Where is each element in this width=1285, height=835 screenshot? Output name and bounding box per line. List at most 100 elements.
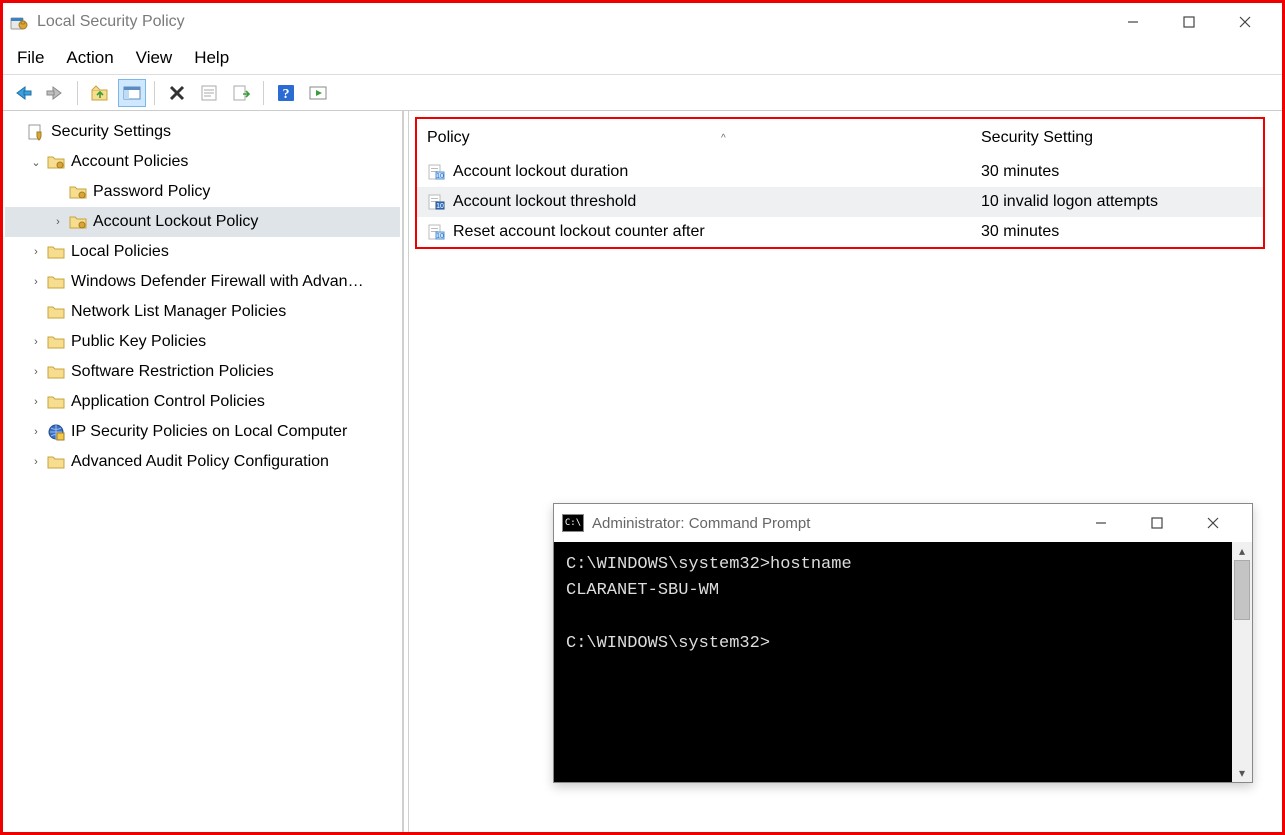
policy-name: Account lockout threshold bbox=[453, 193, 636, 211]
tree-item-application-control[interactable]: › Application Control Policies bbox=[5, 387, 400, 417]
cmd-scrollbar[interactable]: ▴ ▾ bbox=[1232, 542, 1252, 782]
folder-icon bbox=[67, 184, 89, 200]
column-header-security-setting[interactable]: Security Setting bbox=[981, 129, 1093, 146]
policy-value: 30 minutes bbox=[981, 223, 1059, 240]
delete-button[interactable] bbox=[163, 79, 191, 107]
svg-text:?: ? bbox=[283, 87, 290, 102]
tree-item-ip-security[interactable]: › IP Security Policies on Local Computer bbox=[5, 417, 400, 447]
export-list-button[interactable] bbox=[227, 79, 255, 107]
policy-row[interactable]: 10 Reset account lockout counter after 3… bbox=[417, 217, 1263, 247]
help-button[interactable]: ? bbox=[272, 79, 300, 107]
cmd-titlebar[interactable]: C:\ Administrator: Command Prompt bbox=[554, 504, 1252, 542]
sort-asc-icon: ^ bbox=[721, 133, 726, 144]
chevron-right-icon[interactable]: › bbox=[49, 216, 67, 228]
policy-icon: 10 bbox=[425, 193, 447, 211]
svg-text:10: 10 bbox=[436, 173, 444, 180]
maximize-button[interactable] bbox=[1176, 9, 1202, 35]
scroll-down-icon[interactable]: ▾ bbox=[1239, 766, 1245, 780]
chevron-right-icon[interactable]: › bbox=[27, 396, 45, 408]
minimize-button[interactable] bbox=[1120, 9, 1146, 35]
policy-name: Account lockout duration bbox=[453, 163, 628, 181]
chevron-right-icon[interactable]: › bbox=[27, 366, 45, 378]
show-hide-tree-button[interactable] bbox=[118, 79, 146, 107]
folder-icon bbox=[67, 214, 89, 230]
policy-icon: 10 bbox=[425, 163, 447, 181]
app-icon bbox=[9, 12, 29, 32]
tree-label: Local Policies bbox=[71, 243, 169, 261]
policy-value: 30 minutes bbox=[981, 163, 1059, 180]
tree-label: Software Restriction Policies bbox=[71, 363, 274, 381]
policy-icon: 10 bbox=[425, 223, 447, 241]
policy-list: 10 Account lockout duration 30 minutes 1… bbox=[417, 157, 1263, 247]
svg-text:10: 10 bbox=[436, 203, 444, 210]
chevron-right-icon[interactable]: › bbox=[27, 456, 45, 468]
tree-label: IP Security Policies on Local Computer bbox=[71, 423, 347, 441]
tree-label: Advanced Audit Policy Configuration bbox=[71, 453, 329, 471]
up-one-level-button[interactable] bbox=[86, 79, 114, 107]
policy-row[interactable]: 10 Account lockout duration 30 minutes bbox=[417, 157, 1263, 187]
action-button[interactable] bbox=[304, 79, 332, 107]
chevron-right-icon[interactable]: › bbox=[27, 276, 45, 288]
tree-item-windows-defender-firewall[interactable]: › Windows Defender Firewall with Advan… bbox=[5, 267, 400, 297]
cmd-console-output[interactable]: C:\WINDOWS\system32>hostname CLARANET-SB… bbox=[554, 542, 1252, 782]
chevron-down-icon[interactable]: ⌄ bbox=[27, 156, 45, 169]
folder-icon bbox=[45, 334, 67, 350]
menu-view[interactable]: View bbox=[136, 48, 173, 68]
tree-item-account-policies[interactable]: ⌄ Account Policies bbox=[5, 147, 400, 177]
folder-icon bbox=[45, 394, 67, 410]
cmd-close-button[interactable] bbox=[1200, 510, 1226, 536]
folder-icon bbox=[45, 154, 67, 170]
tree-label: Windows Defender Firewall with Advan… bbox=[71, 273, 364, 291]
policy-row[interactable]: 10 Account lockout threshold 10 invalid … bbox=[417, 187, 1263, 217]
window-controls bbox=[1120, 9, 1276, 35]
tree-root-security-settings[interactable]: ▶ Security Settings bbox=[5, 117, 400, 147]
tree-item-account-lockout-policy[interactable]: › Account Lockout Policy bbox=[5, 207, 400, 237]
chevron-right-icon[interactable]: › bbox=[27, 246, 45, 258]
menu-action[interactable]: Action bbox=[66, 48, 113, 68]
tree-label: Application Control Policies bbox=[71, 393, 265, 411]
cmd-minimize-button[interactable] bbox=[1088, 510, 1114, 536]
policy-list-highlight: Policy ^ Security Setting 10 Account loc… bbox=[415, 117, 1265, 249]
shield-doc-icon bbox=[25, 123, 47, 141]
column-headers: Policy ^ Security Setting bbox=[417, 119, 1263, 157]
window-title: Local Security Policy bbox=[37, 13, 1120, 31]
scroll-thumb[interactable] bbox=[1234, 560, 1250, 620]
command-prompt-window[interactable]: C:\ Administrator: Command Prompt C:\WIN… bbox=[553, 503, 1253, 783]
close-button[interactable] bbox=[1232, 9, 1258, 35]
folder-icon bbox=[45, 454, 67, 470]
chevron-right-icon[interactable]: › bbox=[27, 426, 45, 438]
svg-text:10: 10 bbox=[436, 233, 444, 240]
cmd-icon: C:\ bbox=[562, 514, 584, 532]
folder-icon bbox=[45, 304, 67, 320]
toolbar-separator bbox=[263, 81, 264, 105]
menu-file[interactable]: File bbox=[17, 48, 44, 68]
properties-button[interactable] bbox=[195, 79, 223, 107]
column-header-policy[interactable]: Policy bbox=[427, 129, 470, 147]
globe-icon bbox=[45, 423, 67, 441]
tree-item-software-restriction[interactable]: › Software Restriction Policies bbox=[5, 357, 400, 387]
tree-item-public-key-policies[interactable]: › Public Key Policies bbox=[5, 327, 400, 357]
cmd-window-controls bbox=[1088, 510, 1244, 536]
cmd-window-title: Administrator: Command Prompt bbox=[592, 515, 1088, 532]
menubar: File Action View Help bbox=[3, 41, 1282, 75]
chevron-right-icon[interactable]: › bbox=[27, 336, 45, 348]
tree-label: Network List Manager Policies bbox=[71, 303, 286, 321]
tree-label: Security Settings bbox=[51, 123, 171, 141]
tree-label: Account Policies bbox=[71, 153, 188, 171]
tree-item-password-policy[interactable]: ▶ Password Policy bbox=[5, 177, 400, 207]
menu-help[interactable]: Help bbox=[194, 48, 229, 68]
tree-item-local-policies[interactable]: › Local Policies bbox=[5, 237, 400, 267]
nav-forward-button[interactable] bbox=[41, 79, 69, 107]
scroll-up-icon[interactable]: ▴ bbox=[1239, 544, 1245, 558]
toolbar-separator bbox=[154, 81, 155, 105]
tree-item-advanced-audit[interactable]: › Advanced Audit Policy Configuration bbox=[5, 447, 400, 477]
tree-label: Public Key Policies bbox=[71, 333, 206, 351]
toolbar: ? bbox=[3, 75, 1282, 111]
policy-value: 10 invalid logon attempts bbox=[981, 193, 1158, 210]
folder-icon bbox=[45, 364, 67, 380]
tree-item-network-list-manager[interactable]: › Network List Manager Policies bbox=[5, 297, 400, 327]
folder-icon bbox=[45, 274, 67, 290]
folder-icon bbox=[45, 244, 67, 260]
cmd-maximize-button[interactable] bbox=[1144, 510, 1170, 536]
nav-back-button[interactable] bbox=[9, 79, 37, 107]
